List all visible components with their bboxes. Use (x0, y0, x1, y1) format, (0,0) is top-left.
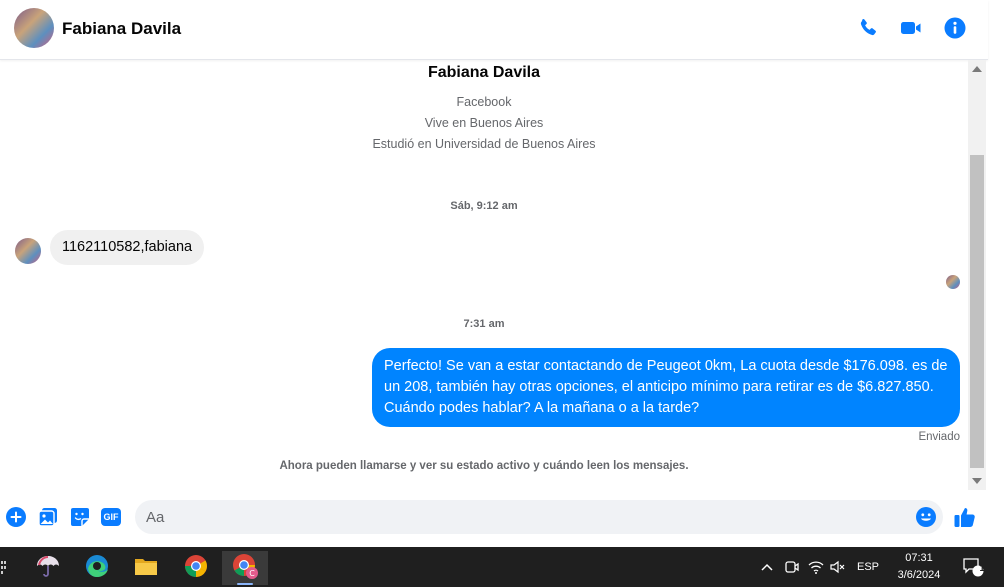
chat-header: Fabiana Davila (0, 0, 988, 60)
message-input-container[interactable] (135, 500, 943, 534)
profile-name: Fabiana Davila (427, 64, 541, 81)
chrome-profile-icon: C (231, 552, 259, 585)
clock-time: 07:31 (905, 552, 933, 564)
system-clock[interactable]: 07:31 3/6/2024 (892, 550, 946, 584)
incoming-message[interactable]: 1162110582,fabiana (50, 230, 205, 265)
folder-icon (133, 555, 159, 582)
notification-center-icon[interactable]: 1 (958, 547, 988, 587)
emoji-icon[interactable] (915, 506, 937, 528)
profile-education: Estudió en Universidad de Buenos Aires (372, 137, 596, 151)
taskbar-app-file-explorer[interactable] (126, 551, 166, 585)
windows-taskbar: C ESP 07:31 3/6/2024 1 (0, 547, 1004, 587)
scrollbar-thumb[interactable] (970, 155, 984, 468)
sender-avatar[interactable] (15, 238, 41, 264)
chrome-icon (183, 553, 209, 584)
plus-icon[interactable] (5, 506, 27, 528)
seen-indicator-avatar (946, 275, 960, 289)
notification-count: 1 (979, 563, 985, 573)
taskbar-app-chrome-profile[interactable]: C (222, 551, 268, 585)
profile-location: Vive en Buenos Aires (424, 116, 544, 130)
taskbar-app-edge[interactable] (77, 551, 117, 585)
image-icon[interactable] (37, 506, 59, 528)
phone-icon[interactable] (856, 16, 880, 40)
outgoing-message[interactable]: Perfecto! Se van a estar contactando de … (372, 348, 960, 427)
svg-text:C: C (249, 569, 255, 578)
edge-browser-icon (84, 553, 110, 584)
thumbs-up-icon[interactable] (953, 505, 977, 529)
show-hidden-icons-chevron[interactable] (758, 547, 776, 587)
volume-muted-icon[interactable] (828, 547, 848, 587)
message-status: Enviado (918, 431, 960, 443)
start-edge-icon[interactable] (0, 547, 8, 587)
scroll-down-arrow[interactable] (972, 478, 982, 484)
gif-label: GIF (103, 512, 119, 522)
input-language[interactable]: ESP (852, 547, 884, 587)
encryption-notice: Ahora pueden llamarse y ver su estado ac… (279, 460, 689, 472)
contact-name[interactable]: Fabiana Davila (62, 19, 181, 39)
taskbar-app-chrome[interactable] (176, 551, 216, 585)
message-timestamp: 7:31 am (463, 318, 505, 330)
active-app-indicator (237, 583, 253, 585)
gif-icon[interactable]: GIF (100, 506, 122, 528)
video-icon[interactable] (899, 16, 923, 40)
taskbar-app-umbrella[interactable] (28, 551, 68, 585)
message-input[interactable] (146, 500, 906, 534)
window-edge (988, 494, 1004, 547)
umbrella-icon (35, 553, 61, 584)
info-icon[interactable] (943, 16, 967, 40)
message-composer: GIF (0, 494, 988, 540)
scroll-up-arrow[interactable] (972, 66, 982, 72)
wifi-icon[interactable] (806, 547, 826, 587)
profile-source: Facebook (456, 95, 512, 109)
contact-avatar[interactable] (14, 8, 54, 48)
scrollbar[interactable] (968, 60, 986, 490)
clock-date: 3/6/2024 (897, 569, 941, 581)
sticker-icon[interactable] (69, 506, 91, 528)
messenger-window: Fabiana Davila Fabiana Davila Facebook V… (0, 0, 1004, 547)
message-timestamp: Sáb, 9:12 am (450, 200, 518, 212)
meet-now-icon[interactable] (782, 547, 802, 587)
message-thread: Fabiana Davila Facebook Vive en Buenos A… (0, 60, 968, 490)
